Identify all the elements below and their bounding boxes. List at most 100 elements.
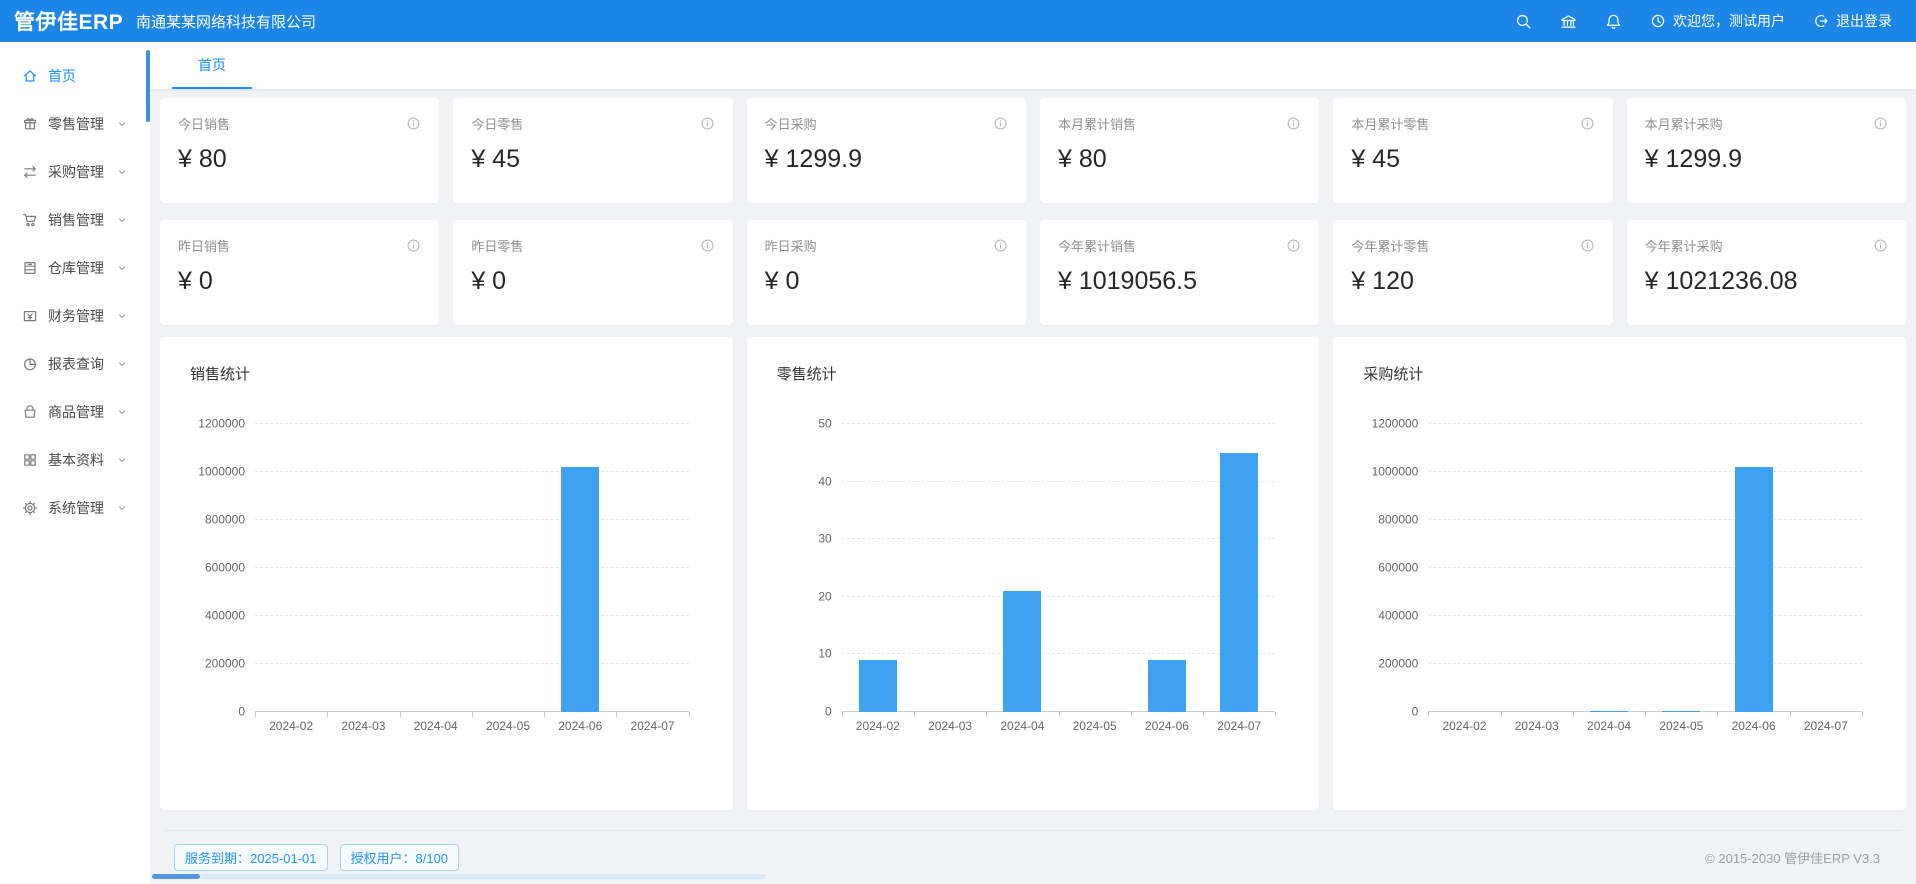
x-axis-tick <box>1717 712 1718 717</box>
x-axis-tick <box>1573 712 1574 717</box>
x-tick-label: 2024-07 <box>1790 719 1862 733</box>
sidebar-item-basic[interactable]: 基本资料 <box>0 436 150 484</box>
x-axis-tick <box>544 712 545 717</box>
sidebar-scrollbar[interactable] <box>146 50 150 122</box>
charts-row: 销售统计 02000004000006000008000001000000120… <box>160 337 1906 810</box>
bar-2024-04 <box>1590 711 1628 712</box>
stat-card: 今年累计零售 ¥ 120 <box>1333 220 1612 325</box>
info-icon[interactable] <box>1580 238 1595 253</box>
gridline: 40 <box>842 481 1276 482</box>
stat-value: ¥ 45 <box>1351 145 1594 174</box>
header-actions: 欢迎您，测试用户 退出登录 <box>1515 11 1916 31</box>
stat-label: 本月累计零售 <box>1351 114 1429 133</box>
sidebar-item-finance[interactable]: 财务管理 <box>0 292 150 340</box>
stat-value: ¥ 80 <box>1058 145 1301 174</box>
x-tick-label: 2024-02 <box>1428 719 1500 733</box>
copyright-text: © 2015-2030 管伊佳ERP V3.3 <box>1705 848 1892 867</box>
info-icon[interactable] <box>993 116 1008 131</box>
stat-label: 昨日零售 <box>471 236 523 255</box>
info-icon[interactable] <box>993 238 1008 253</box>
purchase-chart: 采购统计 02000004000006000008000001000000120… <box>1333 337 1906 810</box>
sidebar-item-report[interactable]: 报表查询 <box>0 340 150 388</box>
gridline: 600000 <box>1428 567 1862 568</box>
info-icon[interactable] <box>406 116 421 131</box>
gridline: 1200000 <box>255 423 689 424</box>
stat-card: 本月累计销售 ¥ 80 <box>1040 98 1319 203</box>
info-icon[interactable] <box>700 116 715 131</box>
sales-icon <box>22 212 38 228</box>
search-icon[interactable] <box>1515 13 1532 30</box>
info-icon[interactable] <box>1286 116 1301 131</box>
stat-label: 本月累计销售 <box>1058 114 1136 133</box>
stat-label: 今日零售 <box>471 114 523 133</box>
info-icon[interactable] <box>1873 238 1888 253</box>
chart-title: 销售统计 <box>160 363 733 384</box>
x-axis-tick <box>1428 712 1429 717</box>
gridline: 800000 <box>1428 519 1862 520</box>
info-icon[interactable] <box>1580 116 1595 131</box>
gridline: 10 <box>842 653 1276 654</box>
x-axis-tick <box>986 712 987 717</box>
x-axis-tick <box>1275 712 1276 717</box>
user-menu[interactable]: 欢迎您，测试用户 <box>1650 11 1785 31</box>
purchase-icon <box>22 164 38 180</box>
sidebar-item-label: 采购管理 <box>48 162 104 182</box>
stat-label: 昨日销售 <box>178 236 230 255</box>
tab-bar: 首页 <box>150 42 1916 90</box>
stat-card-header: 今日销售 <box>178 114 421 133</box>
stat-card-header: 昨日采购 <box>765 236 1008 255</box>
gridline: 20 <box>842 596 1276 597</box>
bank-icon[interactable] <box>1560 13 1577 30</box>
sidebar-item-retail[interactable]: 零售管理 <box>0 100 150 148</box>
sidebar-item-goods[interactable]: 商品管理 <box>0 388 150 436</box>
sidebar-item-label: 零售管理 <box>48 114 104 134</box>
x-tick-label: 2024-02 <box>842 719 914 733</box>
x-axis-tick <box>842 712 843 717</box>
gridline: 800000 <box>255 519 689 520</box>
chevron-down-icon <box>116 214 128 226</box>
sidebar-item-purchase[interactable]: 采购管理 <box>0 148 150 196</box>
tab-home[interactable]: 首页 <box>172 42 252 89</box>
licensed-users-badge: 授权用户：8/100 <box>340 844 460 871</box>
sidebar-item-warehouse[interactable]: 仓库管理 <box>0 244 150 292</box>
sidebar-item-sales[interactable]: 销售管理 <box>0 196 150 244</box>
sidebar-item-label: 仓库管理 <box>48 258 104 278</box>
info-icon[interactable] <box>406 238 421 253</box>
y-tick-label: 20 <box>818 589 831 603</box>
chart-plot-area: 020000040000060000080000010000001200000 <box>1428 424 1862 712</box>
y-tick-label: 40 <box>818 474 831 488</box>
gridline: 200000 <box>1428 663 1862 664</box>
stat-card-header: 本月累计采购 <box>1645 114 1888 133</box>
info-icon[interactable] <box>700 238 715 253</box>
bar-2024-06 <box>1735 467 1773 712</box>
finance-icon <box>22 308 38 324</box>
chevron-down-icon <box>116 310 128 322</box>
sidebar-item-label: 首页 <box>48 66 76 86</box>
stat-card-header: 今年累计销售 <box>1058 236 1301 255</box>
stat-value: ¥ 1299.9 <box>765 145 1008 174</box>
gridline: 400000 <box>255 615 689 616</box>
gridline: 400000 <box>1428 615 1862 616</box>
info-icon[interactable] <box>1873 116 1888 131</box>
bell-icon[interactable] <box>1605 13 1622 30</box>
horizontal-scrollbar[interactable] <box>152 874 766 879</box>
x-tick-label: 2024-06 <box>1717 719 1789 733</box>
x-tick-label: 2024-03 <box>327 719 399 733</box>
chevron-down-icon <box>116 166 128 178</box>
x-tick-label: 2024-03 <box>914 719 986 733</box>
gridline: 30 <box>842 538 1276 539</box>
info-icon[interactable] <box>1286 238 1301 253</box>
stat-value: ¥ 1021236.08 <box>1645 267 1888 296</box>
company-name: 南通某某网络科技有限公司 <box>136 11 316 32</box>
x-axis-tick <box>1645 712 1646 717</box>
x-tick-label: 2024-02 <box>255 719 327 733</box>
horizontal-scrollbar-thumb[interactable] <box>152 874 200 879</box>
stat-card: 今日采购 ¥ 1299.9 <box>747 98 1026 203</box>
sidebar-item-home[interactable]: 首页 <box>0 52 150 100</box>
logout-button[interactable]: 退出登录 <box>1813 11 1892 31</box>
stat-label: 今年累计零售 <box>1351 236 1429 255</box>
stat-label: 今日销售 <box>178 114 230 133</box>
sidebar-item-label: 商品管理 <box>48 402 104 422</box>
sidebar-item-system[interactable]: 系统管理 <box>0 484 150 532</box>
chart-x-axis-labels: 2024-022024-032024-042024-052024-062024-… <box>255 719 689 733</box>
